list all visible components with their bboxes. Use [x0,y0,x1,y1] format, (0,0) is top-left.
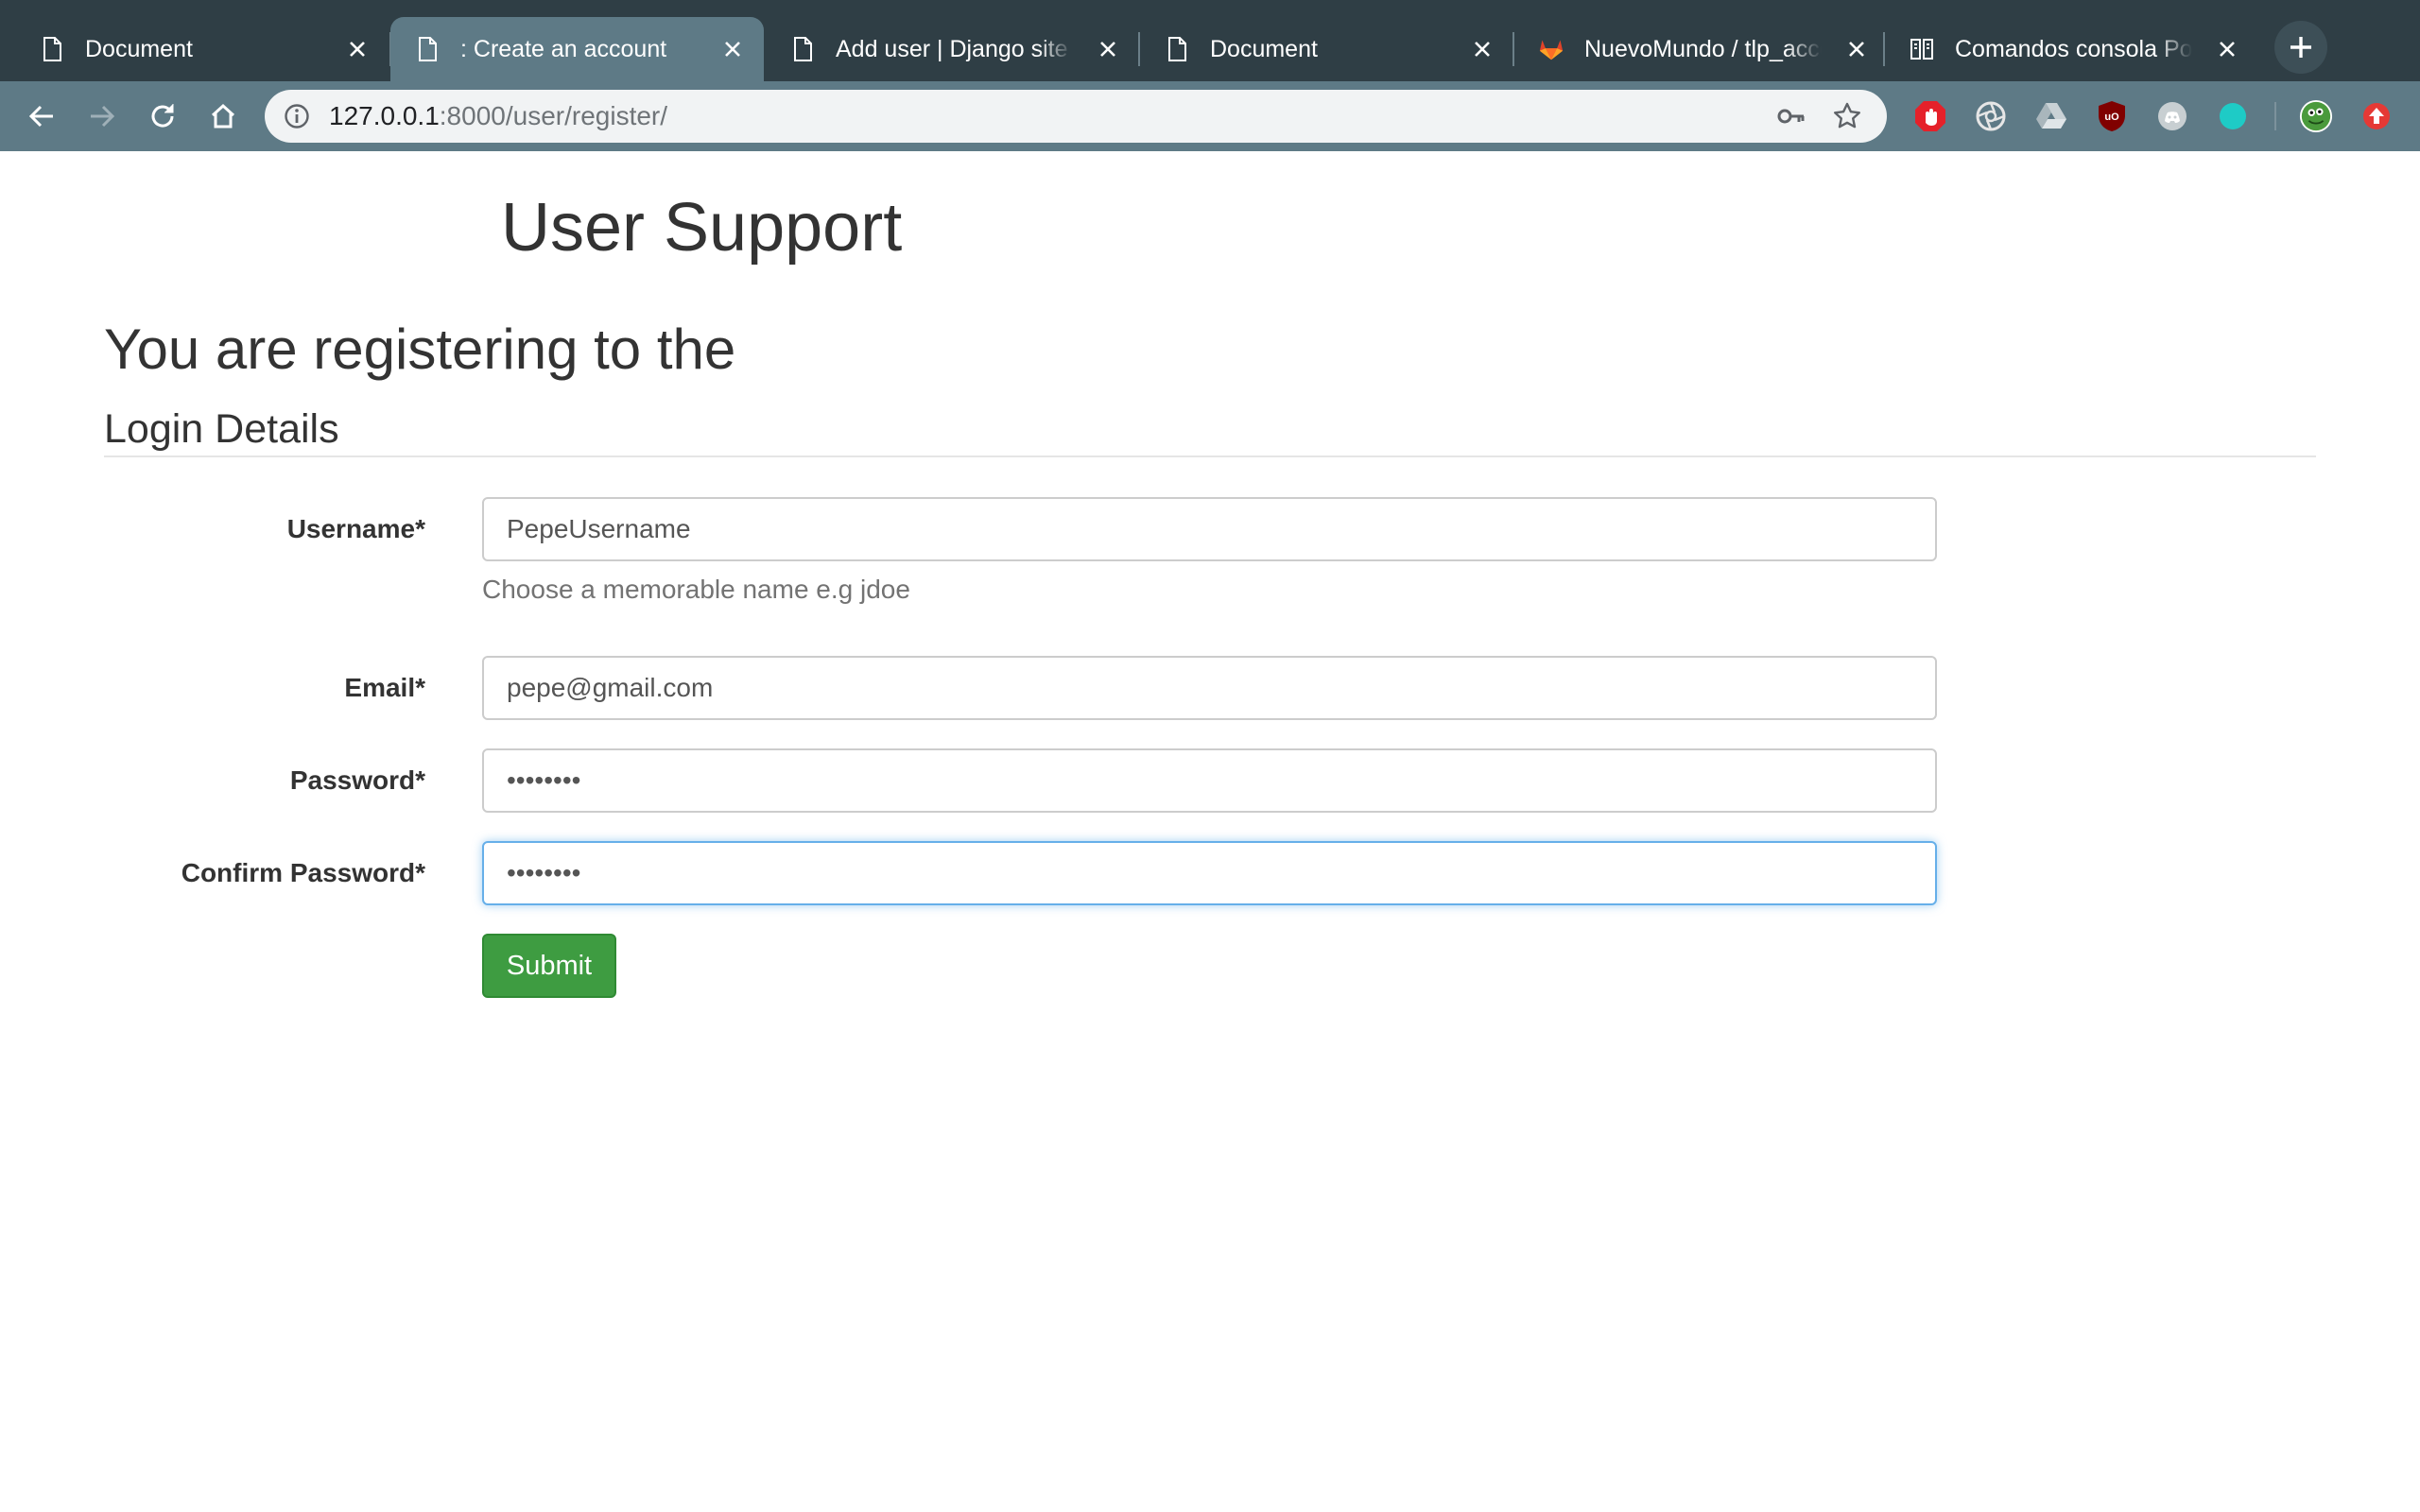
username-help-text: Choose a memorable name e.g jdoe [482,575,910,604]
tab-postgresql[interactable]: Comandos consola PostgreSQL [1885,17,2258,81]
back-button[interactable] [23,97,60,135]
tab-create-account[interactable]: : Create an account [390,17,764,81]
tab-strip: Document : Create an account Add user | … [0,0,2420,81]
toolbar-separator [2274,102,2276,130]
document-icon [790,37,815,61]
close-icon[interactable] [718,35,747,63]
tab-gitlab[interactable]: NuevoMundo / tlp_accounts [1514,17,1888,81]
tab-title: Comandos consola PostgreSQL [1955,36,2192,62]
ublock-origin-icon[interactable]: uO [2095,99,2129,133]
book-icon [1910,37,1934,61]
address-bar[interactable]: 127.0.0.1:8000/user/register/ [265,90,1887,143]
close-icon[interactable] [2213,35,2241,63]
document-icon [1165,37,1189,61]
close-icon[interactable] [1094,35,1122,63]
teal-circle-icon[interactable] [2216,99,2250,133]
email-input[interactable] [482,656,1937,720]
reload-icon [151,104,174,128]
forward-button[interactable] [83,97,121,135]
tab-title: Document [1210,36,1318,62]
plus-icon [2290,37,2311,58]
confirm-password-input[interactable] [482,841,1937,905]
profile-avatar[interactable] [2299,99,2333,133]
new-tab-button[interactable] [2274,21,2327,74]
tab-document-2[interactable]: Document [1140,17,1513,81]
update-icon[interactable] [2360,99,2394,133]
svg-text:uO: uO [2104,112,2119,123]
tab-title: Add user | Django site admin [836,36,1073,62]
home-icon [211,103,235,129]
close-icon[interactable] [1468,35,1496,63]
submit-button[interactable]: Submit [482,934,616,998]
email-label: Email* [344,673,425,702]
close-icon[interactable] [1842,35,1871,63]
adblock-icon[interactable] [1913,99,1947,133]
password-label: Password* [289,765,425,795]
document-icon [415,37,440,61]
star-icon[interactable] [1832,101,1862,131]
tab-title: : Create an account [460,36,667,62]
google-drive-icon[interactable] [2034,99,2068,133]
url-host: 127.0.0.1 [329,101,440,130]
home-button[interactable] [204,97,242,135]
url-path: :8000/user/register/ [439,101,668,130]
info-icon[interactable] [284,103,310,129]
section-heading: Login Details [104,406,339,452]
arrow-right-icon [91,105,115,128]
arrow-left-icon [28,105,53,128]
password-input[interactable] [482,748,1937,813]
site-title: User Support [501,190,903,266]
registration-heading: You are registering to the [104,318,736,381]
section-divider [104,455,2316,457]
tab-title: NuevoMundo / tlp_accounts [1584,36,1822,62]
reload-button[interactable] [144,97,182,135]
username-label: Username* [286,514,425,543]
key-icon[interactable] [1777,103,1806,129]
tab-title: Document [85,36,193,62]
camera-aperture-icon[interactable] [1974,99,2008,133]
url-text[interactable]: 127.0.0.1:8000/user/register/ [329,101,667,131]
tab-document-1[interactable]: Document [15,17,389,81]
confirm-password-label: Confirm Password* [181,858,425,887]
close-icon[interactable] [343,35,372,63]
gitlab-icon [1539,37,1564,61]
browser-toolbar: 127.0.0.1:8000/user/register/ uO [0,81,2420,151]
tab-django-admin[interactable]: Add user | Django site admin [766,17,1139,81]
discord-icon[interactable] [2155,99,2189,133]
document-icon [40,37,64,61]
username-input[interactable] [482,497,1937,561]
